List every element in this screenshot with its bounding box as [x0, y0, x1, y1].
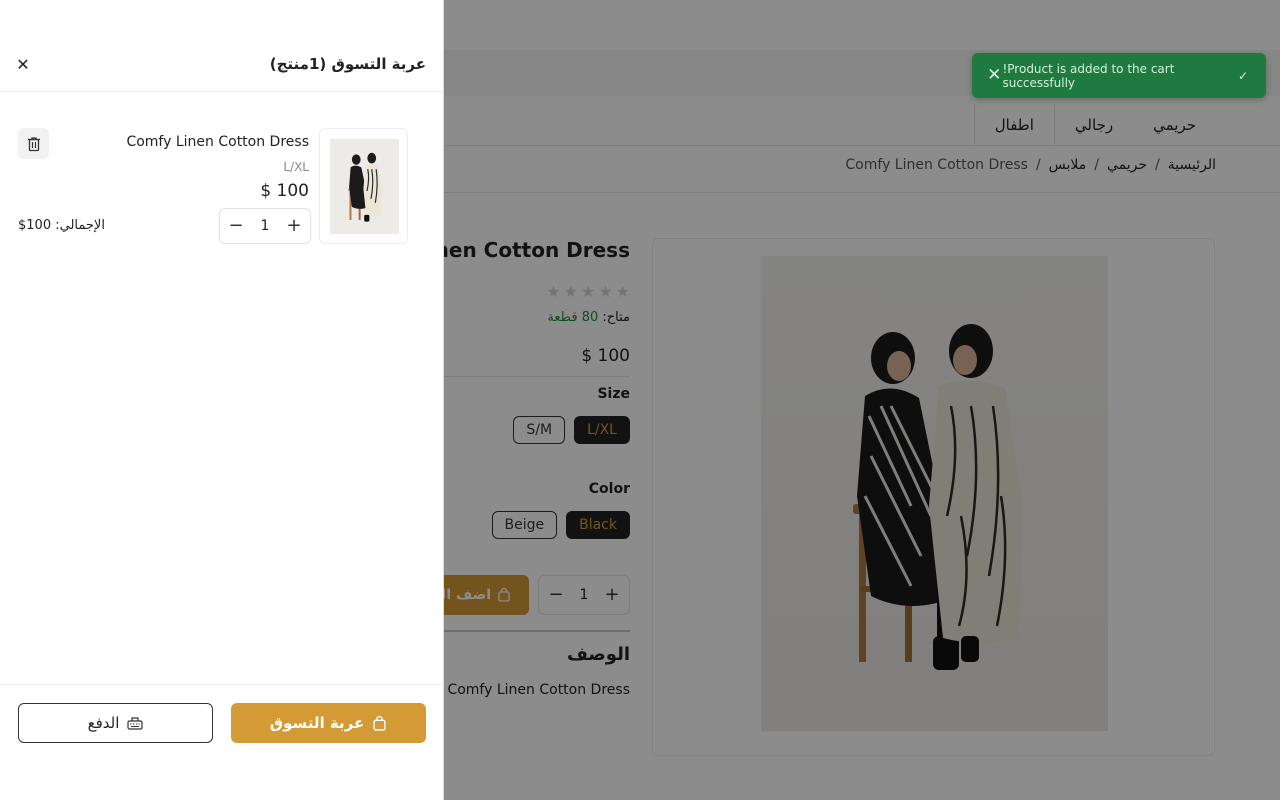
cart-drawer: عربة التسوق (1منتج) ✕ Comfy Linen Cotton… [0, 0, 444, 800]
cart-quantity-value: 1 [260, 218, 270, 234]
minus-icon[interactable]: − [227, 217, 245, 235]
cart-item-price: $ 100 [260, 181, 309, 201]
plus-icon[interactable]: + [285, 217, 303, 235]
toast-content: !Product is added to the cart successful… [1002, 62, 1248, 90]
cart-item-name: Comfy Linen Cotton Dress [126, 134, 309, 150]
remove-item-button[interactable] [18, 128, 49, 159]
checkout-button[interactable]: الدفع [18, 703, 213, 743]
toast-message: !Product is added to the cart successful… [1002, 61, 1175, 90]
cart-quantity-stepper: − 1 + [219, 208, 311, 244]
view-cart-label: عربة التسوق [269, 714, 365, 732]
bag-icon [373, 715, 386, 731]
close-icon[interactable]: ✕ [12, 53, 34, 75]
cart-item-image [330, 139, 399, 234]
drawer-header: عربة التسوق (1منتج) ✕ [0, 0, 444, 92]
cart-item-illustration [348, 152, 383, 222]
success-toast: ✕ !Product is added to the cart successf… [972, 53, 1266, 98]
cart-total: الإجمالي: 100$ [18, 218, 105, 233]
card-icon [127, 717, 143, 730]
cart-item-variant: L/XL [283, 160, 309, 174]
drawer-title: عربة التسوق (1منتج) [269, 55, 426, 73]
cart-item-thumbnail[interactable] [319, 128, 408, 244]
view-cart-button[interactable]: عربة التسوق [231, 703, 426, 743]
close-icon[interactable]: ✕ [986, 67, 1002, 84]
check-icon: ✓ [1237, 68, 1248, 83]
checkout-label: الدفع [87, 714, 120, 732]
trash-icon [27, 136, 40, 151]
